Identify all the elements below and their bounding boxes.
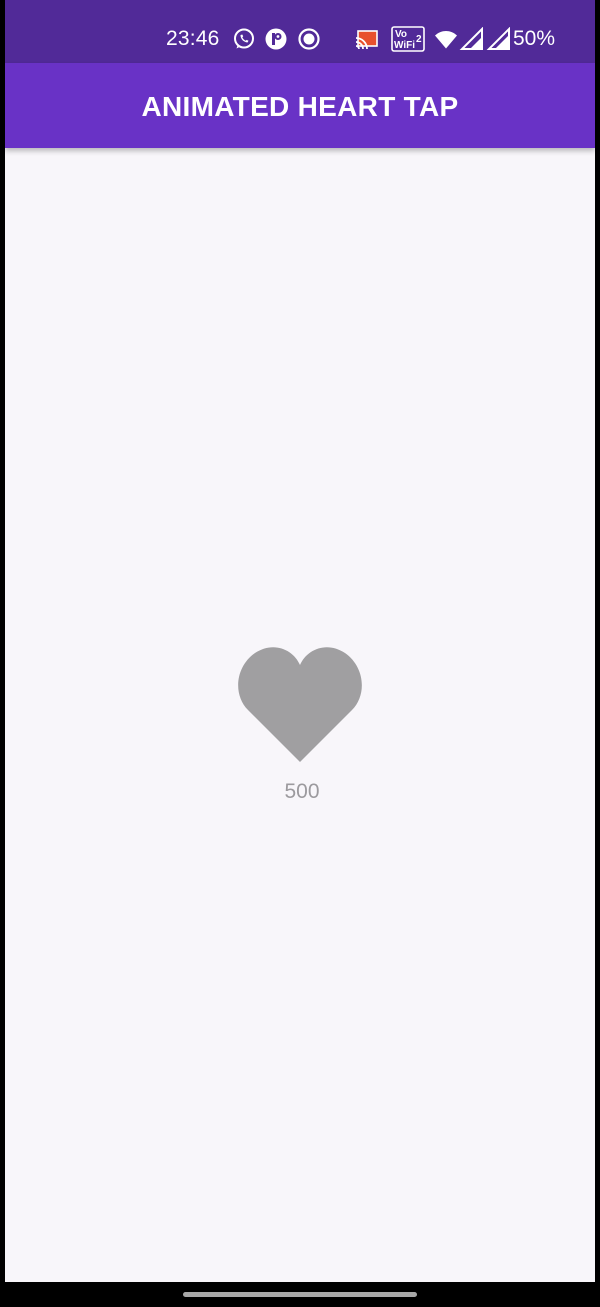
whatsapp-icon xyxy=(231,27,257,51)
signal-icon xyxy=(459,27,485,51)
heart-button[interactable] xyxy=(235,645,365,765)
wifi-icon xyxy=(433,27,459,51)
heart-icon xyxy=(238,647,362,762)
app-notification-icon xyxy=(263,27,289,51)
vowifi-label-bottom: WiFi xyxy=(394,40,415,51)
like-count: 500 xyxy=(284,780,320,803)
cast-icon xyxy=(353,27,381,51)
gesture-navigation-handle[interactable] xyxy=(183,1292,417,1297)
status-bar: 23:46 Vo WiFi 2 50% xyxy=(5,0,595,63)
status-time: 23:46 xyxy=(166,27,220,50)
vowifi-label-top: Vo xyxy=(395,29,407,40)
app-title: ANIMATED HEART TAP xyxy=(141,90,459,122)
app-screen: 23:46 Vo WiFi 2 50% ANIMATED HEART TAP 5… xyxy=(5,0,595,1282)
battery-percentage: 50% xyxy=(513,27,556,50)
signal-icon-2 xyxy=(486,27,512,51)
vowifi-sim-number: 2 xyxy=(416,34,422,45)
vowifi-icon: Vo WiFi 2 xyxy=(391,26,425,52)
record-icon xyxy=(296,27,322,51)
app-bar: ANIMATED HEART TAP xyxy=(5,63,595,148)
